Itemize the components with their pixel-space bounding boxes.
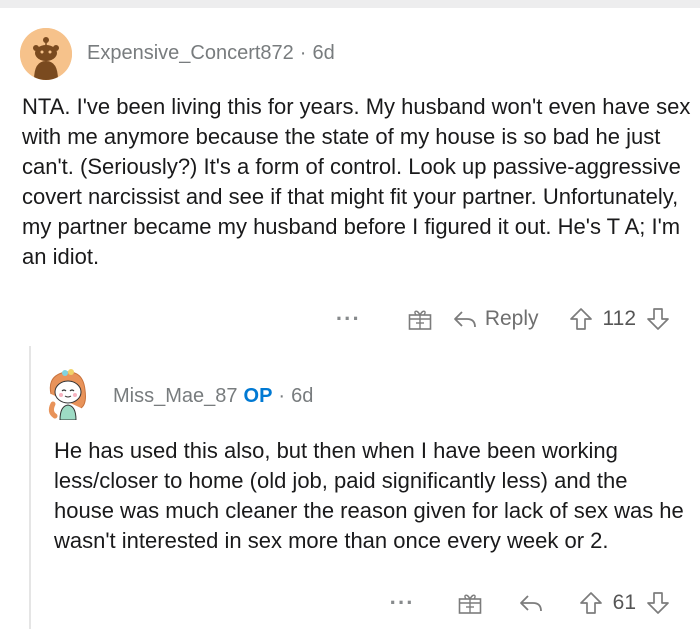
- reply-button[interactable]: Reply: [453, 307, 539, 331]
- user-avatar[interactable]: [20, 28, 72, 80]
- snoo-avatar-icon: [20, 28, 72, 80]
- comment-age: 6d: [291, 385, 314, 407]
- downvote-arrow-icon[interactable]: [646, 307, 670, 331]
- user-avatar[interactable]: [43, 364, 93, 421]
- upvote-arrow-icon[interactable]: [579, 591, 603, 615]
- reply-arrow-icon: [519, 592, 543, 614]
- reply-arrow-icon: [453, 308, 477, 330]
- comment-body: He has used this also, but then when I h…: [54, 438, 684, 553]
- gift-icon[interactable]: [407, 307, 433, 331]
- upvote-arrow-icon[interactable]: [569, 307, 593, 331]
- comment-meta: Expensive_Concert872 · 6d: [87, 42, 335, 65]
- vote-controls: 112: [569, 307, 670, 331]
- meta-separator: ·: [299, 42, 307, 64]
- comment-age: 6d: [312, 42, 335, 64]
- meta-separator: ·: [278, 385, 286, 407]
- comment-actions: ··· Reply 112: [336, 306, 670, 332]
- thread-line[interactable]: [29, 346, 31, 629]
- op-badge: OP: [243, 385, 273, 407]
- comment-body: NTA. I've been living this for years. My…: [22, 94, 691, 269]
- more-options-button[interactable]: ···: [390, 590, 415, 616]
- reply-label: Reply: [484, 307, 539, 330]
- snoo-avatar-girl-icon: [48, 369, 86, 421]
- vote-count: 112: [602, 307, 636, 330]
- comment-actions: ··· 61: [390, 590, 670, 616]
- comment-meta: Miss_Mae_87 OP · 6d: [113, 385, 313, 408]
- gift-icon[interactable]: [457, 591, 483, 615]
- username[interactable]: Miss_Mae_87: [113, 385, 238, 407]
- top-divider: [0, 0, 700, 8]
- vote-count: 61: [612, 591, 636, 614]
- more-options-button[interactable]: ···: [336, 306, 361, 332]
- reply-button[interactable]: [519, 592, 543, 614]
- vote-controls: 61: [579, 591, 670, 615]
- downvote-arrow-icon[interactable]: [646, 591, 670, 615]
- username[interactable]: Expensive_Concert872: [87, 42, 294, 64]
